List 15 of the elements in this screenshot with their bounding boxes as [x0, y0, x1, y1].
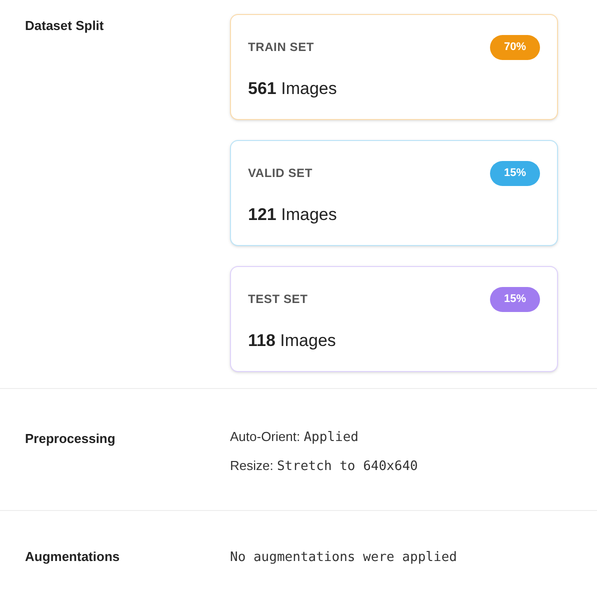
split-name: TEST SET: [248, 291, 308, 308]
percent-badge: 70%: [490, 35, 540, 60]
section-label: Dataset Split: [25, 18, 104, 33]
split-name: TRAIN SET: [248, 39, 314, 56]
percent-badge: 15%: [490, 287, 540, 312]
preprocessing-step: Auto-Orient: Applied: [230, 427, 558, 448]
image-count: 118 Images: [248, 330, 337, 352]
split-name: VALID SET: [248, 165, 312, 182]
image-count: 561 Images: [248, 78, 338, 100]
image-count: 121 Images: [248, 204, 338, 226]
preprocessing-step: Resize: Stretch to 640x640: [230, 456, 558, 476]
section-label: Augmentations: [25, 549, 120, 564]
percent-badge: 15%: [490, 161, 540, 186]
section-label: Preprocessing: [25, 431, 116, 446]
augmentations-note: No augmentations were applied: [230, 550, 457, 565]
